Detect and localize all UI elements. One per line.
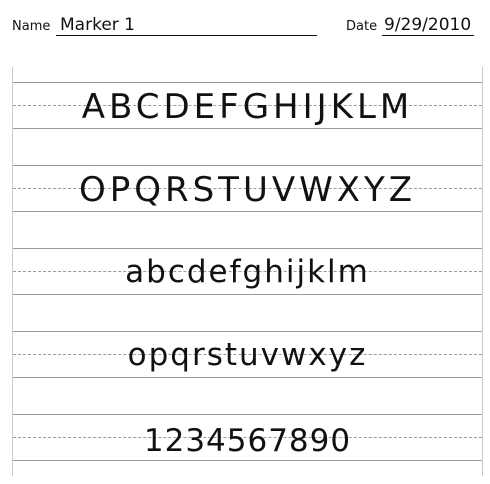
name-label: Name — [12, 19, 51, 34]
date-underline — [382, 35, 474, 36]
lowercase-letters-o-z: opqrstuvwxyz — [127, 337, 368, 373]
top-guide-line — [13, 331, 482, 332]
digits-row: 1234567890 — [143, 423, 352, 459]
name-underline — [56, 35, 317, 36]
practice-row-uppercase-2: OPQRSTUVWXYZ — [13, 165, 482, 235]
baseline — [13, 128, 482, 129]
practice-row-lowercase-1: abcdefghijklm — [13, 248, 482, 318]
baseline — [13, 294, 482, 295]
uppercase-letters-a-m: ABCDEFGHIJKLM — [81, 87, 414, 127]
practice-row-lowercase-2: opqrstuvwxyz — [13, 331, 482, 401]
top-guide-line — [13, 165, 482, 166]
uppercase-letters-o-z: OPQRSTUVWXYZ — [78, 170, 417, 210]
name-value: Marker 1 — [60, 15, 135, 35]
baseline — [13, 377, 482, 378]
top-guide-line — [13, 248, 482, 249]
practice-row-digits: 1234567890 — [13, 414, 482, 484]
worksheet-header: Name Marker 1 Date 9/29/2010 — [0, 0, 490, 50]
handwriting-worksheet: Name Marker 1 Date 9/29/2010 ABCDEFGHIJK… — [0, 0, 490, 476]
date-label: Date — [346, 19, 378, 34]
top-guide-line — [13, 414, 482, 415]
top-guide-line — [13, 82, 482, 83]
lowercase-letters-a-m: abcdefghijklm — [125, 254, 370, 290]
date-value: 9/29/2010 — [384, 15, 472, 35]
practice-grid: ABCDEFGHIJKLM OPQRSTUVWXYZ abcdefghijklm… — [12, 67, 483, 476]
baseline — [13, 211, 482, 212]
practice-row-uppercase-1: ABCDEFGHIJKLM — [13, 82, 482, 152]
